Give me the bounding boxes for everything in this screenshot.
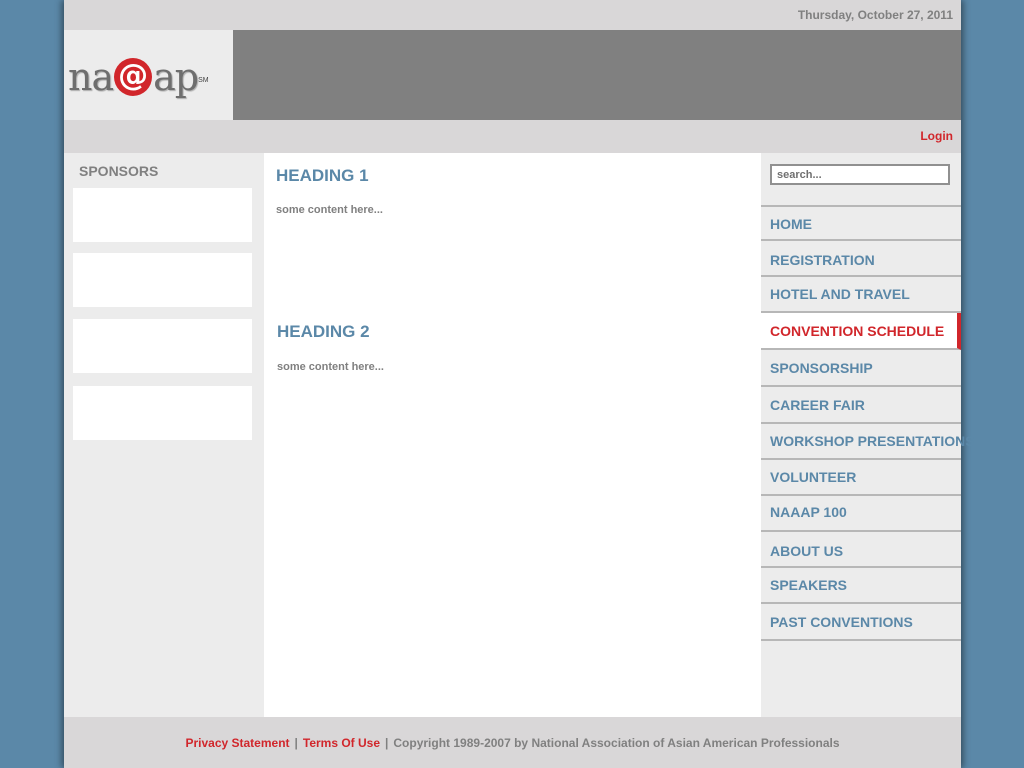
sponsor-slot[interactable] (73, 319, 252, 373)
login-link[interactable]: Login (920, 129, 953, 143)
nav-item-workshop-presentations[interactable]: WORKSHOP PRESENTATIONS (761, 424, 975, 460)
logo-area: na @ ap SM (64, 30, 233, 120)
main-nav: HOME REGISTRATION HOTEL AND TRAVEL CONVE… (761, 205, 975, 641)
nav-sidebar: HOME REGISTRATION HOTEL AND TRAVEL CONVE… (761, 153, 975, 717)
sponsors-sidebar: SPONSORS (64, 153, 264, 717)
nav-item-speakers[interactable]: SPEAKERS (761, 568, 961, 604)
nav-item-about-us[interactable]: ABOUT US (761, 532, 961, 568)
footer-separator: | (385, 736, 389, 750)
nav-item-volunteer[interactable]: VOLUNTEER (761, 460, 961, 496)
copyright-text: Copyright 1989-2007 by National Associat… (393, 736, 840, 750)
footer-separator: | (294, 736, 298, 750)
nav-item-sponsorship[interactable]: SPONSORSHIP (761, 350, 961, 387)
naaap-logo[interactable]: na @ ap SM (68, 52, 209, 102)
sponsor-slot[interactable] (73, 253, 252, 307)
sponsor-slot[interactable] (73, 188, 252, 242)
nav-item-hotel-and-travel[interactable]: HOTEL AND TRAVEL (761, 277, 961, 313)
section-text: some content here... (277, 361, 384, 373)
section-heading: HEADING 2 (277, 322, 370, 341)
logo-at-symbol: @ (114, 58, 153, 96)
footer: Privacy Statement | Terms Of Use | Copyright… (64, 717, 961, 768)
header-banner (233, 30, 961, 120)
main-content: HEADING 1 some content here... HEADING 2… (264, 153, 761, 717)
logo-suffix: ap (153, 55, 199, 99)
login-bar: Login (64, 120, 961, 153)
sponsor-slot[interactable] (73, 386, 252, 440)
nav-item-career-fair[interactable]: CAREER FAIR (761, 387, 961, 424)
nav-item-home[interactable]: HOME (761, 205, 961, 241)
nav-item-naaap-100[interactable]: NAAAP 100 (761, 496, 961, 532)
top-bar: Thursday, October 27, 2011 (64, 0, 961, 30)
page-container: Thursday, October 27, 2011 na @ ap SM Lo… (64, 0, 975, 768)
sponsors-title: SPONSORS (79, 163, 159, 179)
current-date: Thursday, October 27, 2011 (797, 8, 953, 22)
nav-item-past-conventions[interactable]: PAST CONVENTIONS (761, 604, 961, 641)
footer-links: Privacy Statement | Terms Of Use | Copyright… (64, 736, 961, 750)
section-text: some content here... (276, 204, 383, 216)
section-heading: HEADING 1 (276, 166, 369, 185)
nav-item-convention-schedule[interactable]: CONVENTION SCHEDULE (761, 313, 961, 350)
nav-item-registration[interactable]: REGISTRATION (761, 241, 961, 277)
privacy-statement-link[interactable]: Privacy Statement (185, 736, 289, 750)
search-input[interactable] (770, 164, 950, 185)
logo-prefix: na (68, 55, 114, 99)
terms-of-use-link[interactable]: Terms Of Use (303, 736, 380, 750)
logo-service-mark: SM (198, 77, 209, 84)
